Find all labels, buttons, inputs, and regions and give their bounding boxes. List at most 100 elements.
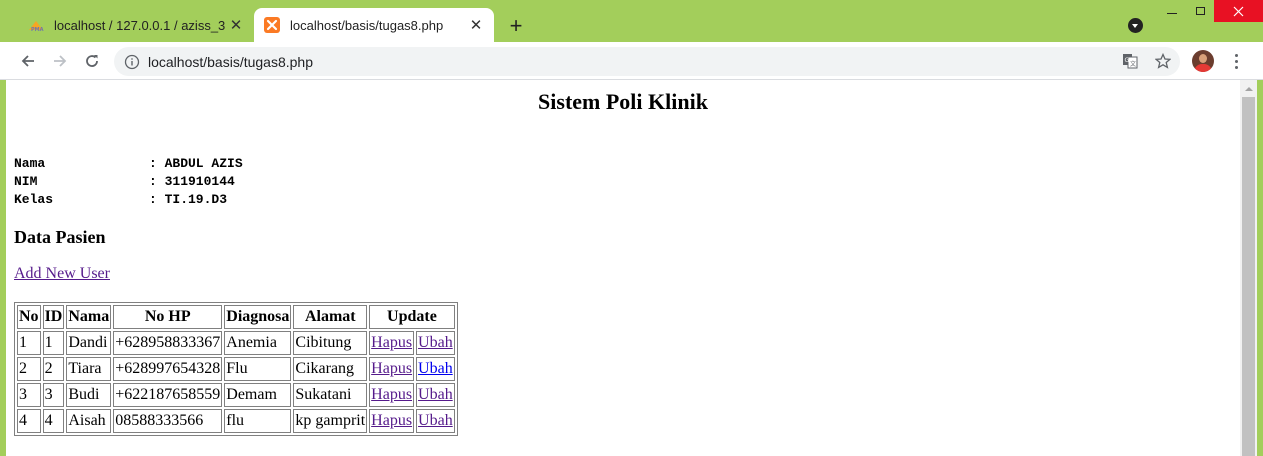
ubah-link[interactable]: Ubah — [418, 360, 453, 377]
patient-table: No ID Nama No HP Diagnosa Alamat Update … — [14, 302, 458, 436]
cell-hapus: Hapus — [369, 409, 415, 433]
forward-button[interactable] — [46, 47, 74, 75]
hapus-link[interactable]: Hapus — [371, 412, 412, 429]
cell-hp: +628958833367 — [113, 331, 223, 355]
cell-hapus: Hapus — [369, 331, 415, 355]
scrollbar-thumb[interactable] — [1242, 97, 1255, 456]
scroll-up-arrow-icon[interactable] — [1240, 80, 1257, 97]
section-title: Data Pasien — [14, 227, 106, 247]
column-header: Update — [369, 305, 455, 329]
ubah-link[interactable]: Ubah — [418, 334, 453, 351]
reload-icon — [86, 55, 98, 67]
cell-alamat: Sukatani — [293, 383, 368, 407]
page-title: Sistem Poli Klinik — [538, 89, 708, 114]
hapus-link[interactable]: Hapus — [371, 360, 412, 377]
cell-no: 3 — [17, 383, 41, 407]
cell-ubah: Ubah — [416, 409, 455, 433]
window-close-button[interactable] — [1214, 0, 1263, 22]
table-row: 3 3 Budi +622187658559 Demam Sukatani Ha… — [17, 383, 455, 407]
menu-icon[interactable] — [1226, 50, 1246, 72]
cell-diagnosa: Demam — [224, 383, 292, 407]
cell-hapus: Hapus — [369, 383, 415, 407]
cell-hapus: Hapus — [369, 357, 415, 381]
column-header: Diagnosa — [224, 305, 292, 329]
tab-close-icon[interactable]: ✕ — [466, 15, 486, 35]
page-viewport: Sistem Poli Klinik Nama : ABDUL AZIS NIM… — [6, 80, 1257, 456]
cell-ubah: Ubah — [416, 383, 455, 407]
cell-no: 1 — [17, 331, 41, 355]
cell-diagnosa: flu — [224, 409, 292, 433]
new-tab-button[interactable]: + — [502, 12, 530, 40]
forward-arrow-icon — [54, 55, 67, 67]
reload-button[interactable] — [78, 47, 106, 75]
tab-strip: PMA localhost / 127.0.0.1 / aziss_3119 ✕… — [0, 0, 1263, 42]
identity-value: : TI.19.D3 — [149, 192, 228, 207]
cell-ubah: Ubah — [416, 331, 455, 355]
identity-label: Kelas — [14, 192, 54, 207]
identity-row-nim: NIM : 311910144 — [14, 173, 243, 191]
identity-row-nama: Nama : ABDUL AZIS — [14, 155, 243, 173]
cell-diagnosa: Flu — [224, 357, 292, 381]
cell-ubah: Ubah — [416, 357, 455, 381]
translate-icon: G 文 — [1123, 54, 1138, 69]
cell-alamat: kp gamprit — [293, 409, 368, 433]
tab-search-icon[interactable] — [1128, 18, 1143, 33]
url-text[interactable]: localhost/basis/tugas8.php — [148, 54, 313, 70]
back-button[interactable] — [14, 47, 42, 75]
identity-row-kelas: Kelas : TI.19.D3 — [14, 191, 243, 209]
star-icon — [1155, 53, 1171, 69]
cell-diagnosa: Anemia — [224, 331, 292, 355]
translate-button[interactable]: G 文 — [1118, 49, 1142, 73]
page-content: Sistem Poli Klinik Nama : ABDUL AZIS NIM… — [6, 80, 1240, 456]
ubah-link[interactable]: Ubah — [418, 386, 453, 403]
bookmark-button[interactable] — [1151, 49, 1175, 73]
cell-nama: Aisah — [66, 409, 112, 433]
back-arrow-icon — [21, 55, 34, 67]
table-row: 2 2 Tiara +628997654328 Flu Cikarang Hap… — [17, 357, 455, 381]
cell-alamat: Cikarang — [293, 357, 368, 381]
info-icon[interactable] — [124, 54, 140, 70]
identity-label: Nama — [14, 156, 46, 171]
cell-nama: Tiara — [66, 357, 112, 381]
column-header: ID — [42, 305, 65, 329]
column-header: Alamat — [293, 305, 368, 329]
cell-hp: +622187658559 — [113, 383, 223, 407]
cell-id: 1 — [42, 331, 65, 355]
browser-toolbar: localhost/basis/tugas8.php G 文 — [0, 42, 1263, 80]
cell-hp: +628997654328 — [113, 357, 223, 381]
ubah-link[interactable]: Ubah — [418, 412, 453, 429]
hapus-link[interactable]: Hapus — [371, 386, 412, 403]
tab-phpmyadmin[interactable]: PMA localhost / 127.0.0.1 / aziss_3119 ✕ — [18, 8, 254, 42]
svg-text:PMA: PMA — [31, 27, 44, 33]
identity-value: : 311910144 — [149, 174, 235, 189]
table-row: 4 4 Aisah 08588333566 flu kp gamprit Hap… — [17, 409, 455, 433]
tab-close-icon[interactable]: ✕ — [226, 15, 246, 35]
cell-id: 3 — [42, 383, 65, 407]
tab-tugas8[interactable]: localhost/basis/tugas8.php ✕ — [254, 8, 494, 42]
table-row: 1 1 Dandi +628958833367 Anemia Cibitung … — [17, 331, 455, 355]
identity-label: NIM — [14, 174, 38, 189]
cell-hp: 08588333566 — [113, 409, 223, 433]
close-icon — [1233, 6, 1244, 16]
table-header-row: No ID Nama No HP Diagnosa Alamat Update — [17, 305, 455, 329]
cell-no: 4 — [17, 409, 41, 433]
cell-id: 4 — [42, 409, 65, 433]
vertical-scrollbar[interactable] — [1240, 80, 1257, 456]
svg-text:G: G — [1125, 57, 1130, 64]
maximize-button[interactable] — [1188, 0, 1212, 22]
identity-value: : ABDUL AZIS — [149, 156, 243, 171]
tab-title: localhost / 127.0.0.1 / aziss_3119 — [54, 17, 226, 33]
student-identity: Nama : ABDUL AZIS NIM : 311910144 Kelas … — [14, 155, 243, 209]
column-header: Nama — [66, 305, 112, 329]
cell-no: 2 — [17, 357, 41, 381]
minimize-button[interactable] — [1160, 0, 1184, 22]
cell-alamat: Cibitung — [293, 331, 368, 355]
address-bar[interactable]: localhost/basis/tugas8.php — [114, 47, 1180, 76]
avatar[interactable] — [1192, 50, 1214, 72]
svg-text:文: 文 — [1130, 60, 1136, 68]
column-header: No HP — [113, 305, 223, 329]
add-new-user-link[interactable]: Add New User — [14, 265, 110, 283]
cell-nama: Dandi — [66, 331, 112, 355]
phpmyadmin-icon: PMA — [29, 21, 44, 33]
hapus-link[interactable]: Hapus — [371, 334, 412, 351]
